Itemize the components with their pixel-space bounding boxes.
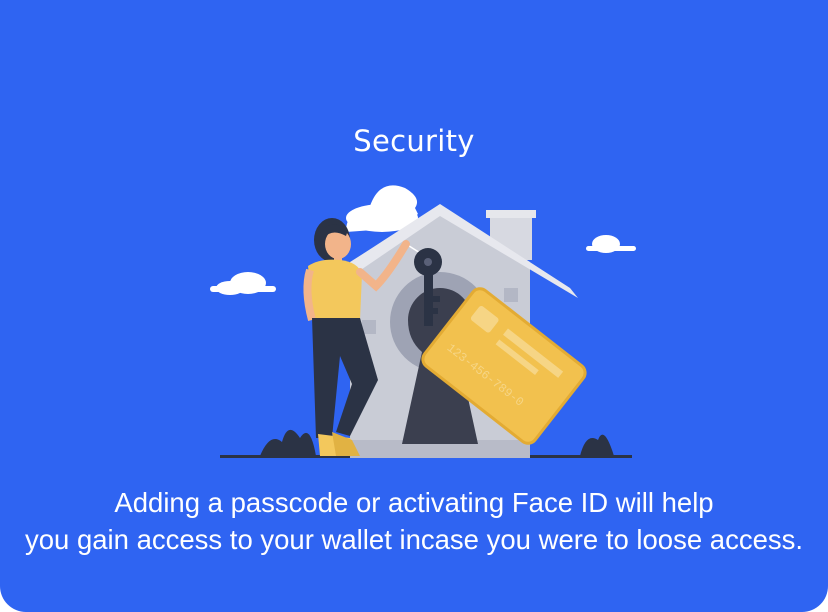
description-text: Adding a passcode or activating Face ID … bbox=[0, 484, 828, 558]
page-title: Security bbox=[353, 124, 475, 158]
cloud-icon bbox=[586, 235, 636, 253]
cloud-icon bbox=[346, 185, 418, 232]
cloud-icon bbox=[210, 272, 276, 295]
description-line-2: you gain access to your wallet incase yo… bbox=[24, 524, 804, 555]
security-illustration: 123-456-789-0 bbox=[210, 185, 636, 458]
description-line-1: Adding a passcode or activating Face ID … bbox=[114, 487, 714, 518]
security-onboarding-card: Security 123-456-789-0 Adding a passcode… bbox=[0, 0, 828, 612]
